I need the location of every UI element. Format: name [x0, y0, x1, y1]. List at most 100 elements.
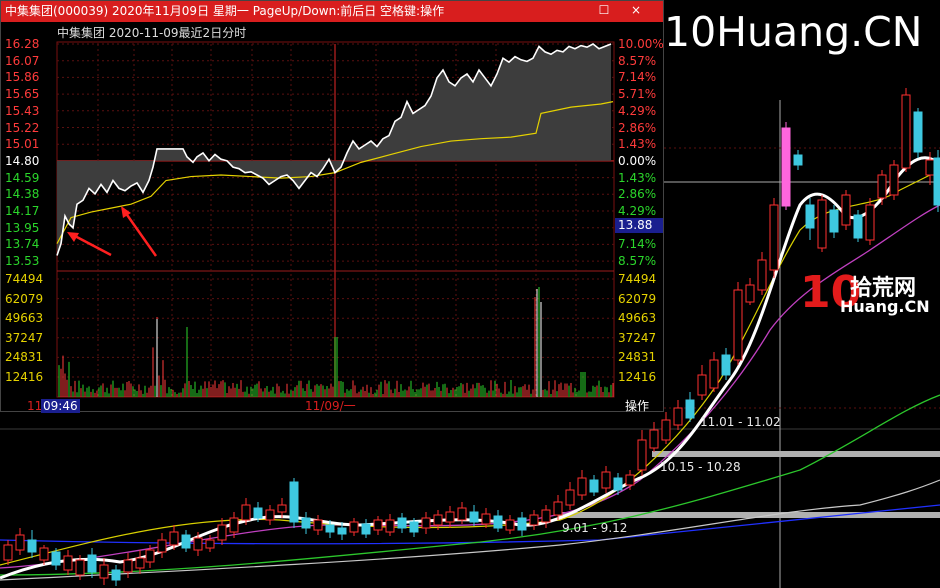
- candle-body-up: [577, 477, 587, 496]
- candle-body-up: [373, 519, 383, 531]
- candle-body-up: [445, 511, 455, 523]
- candle-body-up: [99, 564, 109, 579]
- volume-label-right: 12416: [618, 370, 657, 384]
- candle-body-up: [541, 509, 551, 523]
- candle-body-up: [565, 489, 575, 506]
- arrow-1-shaft: [72, 233, 112, 257]
- candle-body-down: [517, 517, 527, 531]
- volume-label-left: 49663: [5, 311, 44, 326]
- candle-body-up: [733, 289, 743, 361]
- candle-body-up: [481, 513, 491, 525]
- candle-body-up: [193, 537, 203, 551]
- price-label: 16.28: [5, 37, 40, 51]
- candle-body-up: [385, 519, 395, 533]
- time-axis-mid: 11/09/一: [305, 399, 356, 413]
- candle-body-up: [505, 519, 515, 531]
- candle-body-down: [493, 515, 503, 529]
- percent-label: 8.57%: [618, 53, 657, 68]
- candle-body-up: [15, 534, 25, 551]
- candle-body-up: [877, 174, 887, 199]
- candle-body-up: [841, 194, 851, 226]
- percent-label: 1.43%: [618, 170, 657, 185]
- price-label: 14.80: [5, 153, 40, 168]
- price-label: 13.74: [5, 237, 40, 252]
- candle-body-up: [757, 259, 767, 291]
- candle-body-up: [889, 164, 899, 196]
- price-area-fill: [57, 44, 611, 256]
- percent-label: 7.14%: [618, 70, 657, 85]
- candle-body-up: [75, 559, 85, 576]
- percent-label: 4.29%: [618, 204, 657, 218]
- candle-body-up: [661, 419, 671, 441]
- range-bar-3: [558, 512, 940, 518]
- candle-body-up: [277, 504, 287, 513]
- candle-body-up: [229, 517, 239, 533]
- candle-body-up: [649, 429, 659, 449]
- candle-body-up: [313, 519, 323, 531]
- range-bar-2: [652, 451, 940, 457]
- candle-body-down: [721, 354, 731, 376]
- candle-body-down: [51, 551, 61, 566]
- candle-body-up: [817, 199, 827, 249]
- range-annotation-1: 11.01 - 11.02: [700, 415, 781, 429]
- intraday-popup[interactable]: 中集集团(000039) 2020年11月09日 星期一 PageUp/Down…: [0, 0, 664, 413]
- candle-body-down: [589, 479, 599, 493]
- candle-body-down: [397, 517, 407, 529]
- candle-body-up: [769, 204, 779, 271]
- candle-body-up: [457, 507, 467, 521]
- volume-label-left: 24831: [5, 350, 44, 365]
- price-label: 16.07: [5, 53, 40, 68]
- percent-label: 8.57%: [618, 254, 657, 269]
- candle-body-up: [135, 557, 145, 569]
- operate-button[interactable]: 操作: [625, 399, 649, 413]
- percent-label: 10.00%: [618, 37, 664, 51]
- time-cursor-tag: 09:46: [41, 399, 80, 413]
- candle-body-up: [637, 439, 647, 471]
- price-label: 15.22: [5, 120, 40, 135]
- candle-body-up: [265, 509, 275, 521]
- price-label: 14.59: [5, 170, 40, 185]
- candle-body-down: [253, 507, 263, 519]
- candle-body-up: [673, 407, 683, 426]
- candle-body-up: [157, 539, 167, 553]
- price-label: 15.65: [5, 87, 40, 102]
- candle-body-down: [337, 527, 347, 535]
- candle-body-up: [349, 521, 359, 533]
- percent-label: 7.14%: [618, 237, 657, 252]
- candle-body-up: [925, 159, 935, 176]
- volume-label-right: 37247: [618, 330, 657, 345]
- candle-body-up: [529, 514, 539, 526]
- candle-body-up: [241, 504, 251, 521]
- candle-body-down: [27, 539, 37, 553]
- candle-body-down: [87, 554, 97, 573]
- price-label: 15.43: [5, 103, 40, 118]
- candle-body-up: [63, 555, 73, 571]
- percent-label: 1.43%: [618, 137, 657, 152]
- volume-label-left: 62079: [5, 291, 44, 306]
- percent-label: 0.00%: [618, 153, 657, 168]
- percent-label: 5.71%: [618, 87, 657, 102]
- range-annotation-2: 10.15 - 10.28: [660, 460, 741, 474]
- candle-body-up: [553, 501, 563, 516]
- volume-label-left: 37247: [5, 330, 44, 345]
- candle-body-up: [433, 514, 443, 526]
- volume-label-right: 62079: [618, 291, 657, 306]
- candle-body-up: [865, 204, 875, 241]
- candle-body-up: [39, 547, 49, 561]
- volume-label-right: 74494: [618, 272, 657, 286]
- ma-green: [0, 394, 940, 576]
- candle-body-down: [469, 511, 479, 523]
- current-price-tag: 13.88: [615, 218, 663, 233]
- candle-body-up: [901, 94, 911, 169]
- candle-body-down: [289, 481, 299, 523]
- candle-body-up: [625, 474, 635, 486]
- logo-en-text: Huang.CN: [840, 297, 930, 316]
- candle-body-down: [685, 399, 695, 419]
- candle-body-down: [111, 569, 121, 581]
- candle-body-down: [409, 521, 419, 533]
- volume-label-right: 49663: [618, 311, 657, 326]
- candle-body-up: [169, 531, 179, 546]
- price-label: 15.01: [5, 137, 40, 152]
- candle-body-down: [301, 517, 311, 529]
- candle-body-down: [933, 157, 940, 206]
